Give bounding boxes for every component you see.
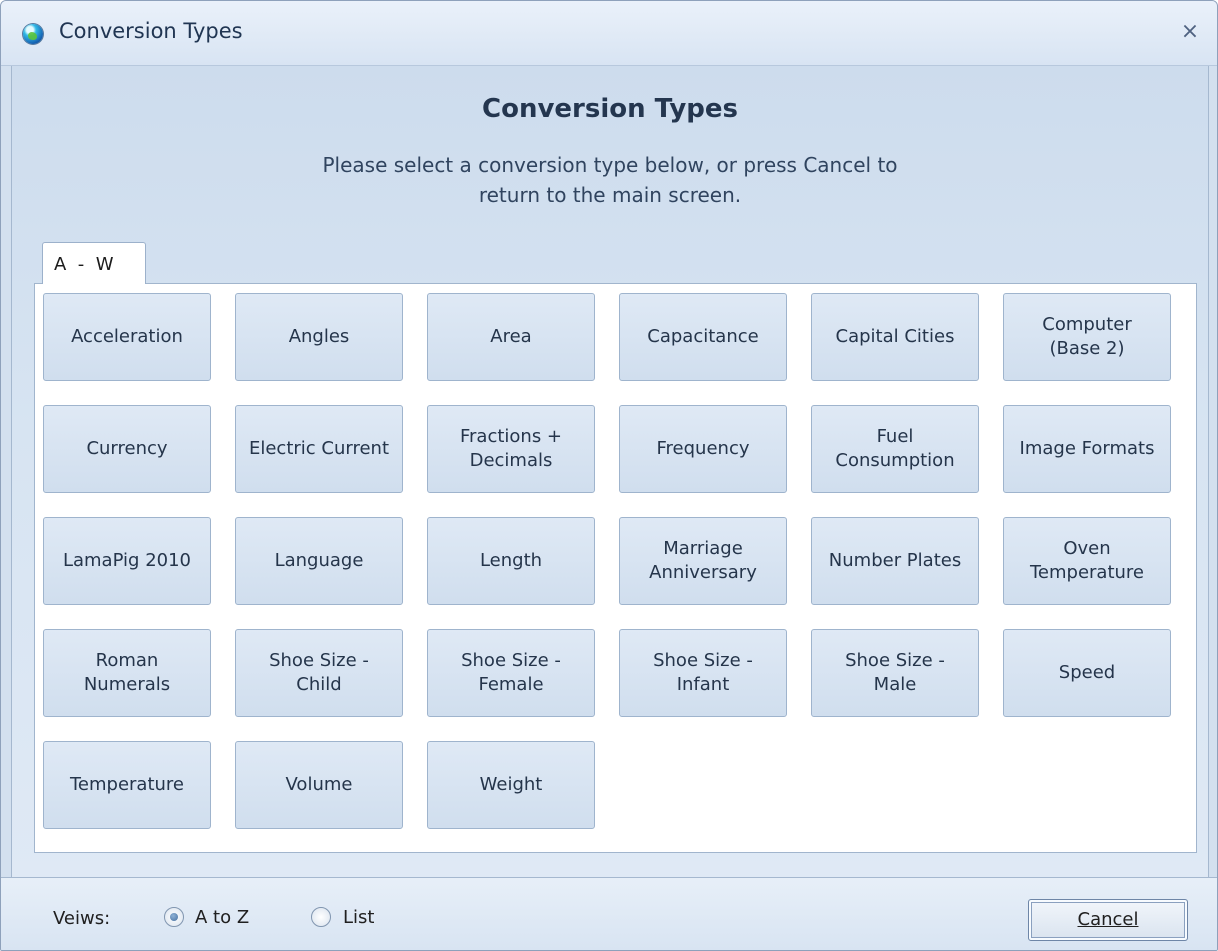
conversion-button-image-formats[interactable]: Image Formats	[1003, 405, 1171, 493]
conversion-button-computer-base-2[interactable]: Computer (Base 2)	[1003, 293, 1171, 381]
conversion-button-shoe-size-child[interactable]: Shoe Size - Child	[235, 629, 403, 717]
conversion-button-shoe-size-male[interactable]: Shoe Size - Male	[811, 629, 979, 717]
title-bar: Conversion Types ⨯	[1, 1, 1217, 66]
globe-icon	[23, 24, 43, 44]
conversion-button-currency[interactable]: Currency	[43, 405, 211, 493]
conversion-button-language[interactable]: Language	[235, 517, 403, 605]
conversion-types-panel: Acceleration Angles Area Capacitance Capital…	[34, 283, 1197, 853]
conversion-button-area[interactable]: Area	[427, 293, 595, 381]
conversion-button-shoe-size-female[interactable]: Shoe Size - Female	[427, 629, 595, 717]
cancel-button[interactable]: Cancel	[1028, 899, 1188, 941]
page-title: Conversion Types	[482, 94, 738, 124]
view-a-to-z-label[interactable]: A to Z	[195, 907, 249, 928]
footer-bar: Veiws: A to Z List Cancel	[1, 877, 1217, 950]
conversion-button-capacitance[interactable]: Capacitance	[619, 293, 787, 381]
conversion-button-oven-temperature[interactable]: Oven Temperature	[1003, 517, 1171, 605]
window-title: Conversion Types	[59, 19, 243, 43]
view-a-to-z-radio[interactable]	[164, 907, 184, 927]
conversion-button-weight[interactable]: Weight	[427, 741, 595, 829]
conversion-button-electric-current[interactable]: Electric Current	[235, 405, 403, 493]
view-list-radio[interactable]	[311, 907, 331, 927]
views-label: Veiws:	[53, 908, 111, 929]
view-list-label[interactable]: List	[343, 907, 374, 928]
conversion-button-acceleration[interactable]: Acceleration	[43, 293, 211, 381]
instructions-text: Please select a conversion type below, o…	[322, 153, 898, 207]
conversion-types-dialog: Conversion Types ⨯ Conversion Types Plea…	[0, 0, 1218, 951]
conversion-button-frequency[interactable]: Frequency	[619, 405, 787, 493]
conversion-button-angles[interactable]: Angles	[235, 293, 403, 381]
conversion-button-capital-cities[interactable]: Capital Cities	[811, 293, 979, 381]
conversion-button-shoe-size-infant[interactable]: Shoe Size - Infant	[619, 629, 787, 717]
conversion-button-number-plates[interactable]: Number Plates	[811, 517, 979, 605]
close-icon[interactable]: ⨯	[1177, 19, 1203, 45]
conversion-button-volume[interactable]: Volume	[235, 741, 403, 829]
conversion-button-fuel-consumption[interactable]: Fuel Consumption	[811, 405, 979, 493]
conversion-button-fractions-decimals[interactable]: Fractions + Decimals	[427, 405, 595, 493]
conversion-button-speed[interactable]: Speed	[1003, 629, 1171, 717]
conversion-button-lamapig-2010[interactable]: LamaPig 2010	[43, 517, 211, 605]
conversion-button-temperature[interactable]: Temperature	[43, 741, 211, 829]
conversion-button-roman-numerals[interactable]: Roman Numerals	[43, 629, 211, 717]
conversion-button-length[interactable]: Length	[427, 517, 595, 605]
dialog-content: Conversion Types Please select a convers…	[11, 66, 1209, 877]
conversion-button-marriage-anniversary[interactable]: Marriage Anniversary	[619, 517, 787, 605]
tab-a-to-w[interactable]: A - W	[42, 242, 146, 284]
